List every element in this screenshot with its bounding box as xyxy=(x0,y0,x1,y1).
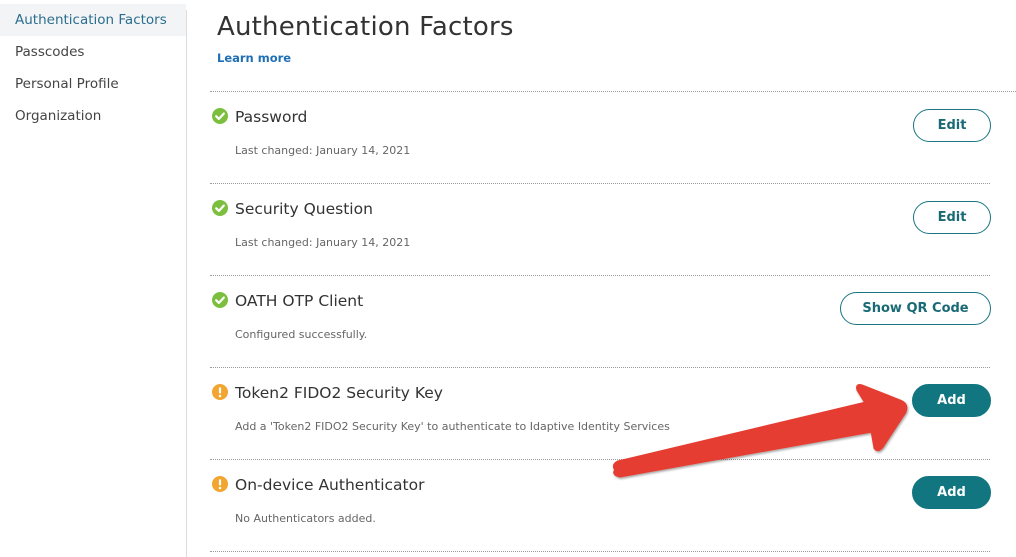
exclamation-circle-icon xyxy=(212,384,228,400)
add-on-device-authenticator-button[interactable]: Add xyxy=(912,476,991,509)
edit-security-question-button[interactable]: Edit xyxy=(913,201,991,234)
factor-description: Add a 'Token2 FIDO2 Security Key' to aut… xyxy=(235,420,670,433)
factor-description: Configured successfully. xyxy=(235,328,368,341)
factor-name: Password xyxy=(235,108,308,126)
edit-password-button[interactable]: Edit xyxy=(913,109,991,142)
show-qr-code-button[interactable]: Show QR Code xyxy=(840,292,991,325)
sidebar-item-personal-profile[interactable]: Personal Profile xyxy=(0,68,186,100)
page-title: Authentication Factors xyxy=(217,12,514,42)
factor-description: Last changed: January 14, 2021 xyxy=(235,144,411,157)
check-circle-icon xyxy=(212,292,228,308)
factor-name: OATH OTP Client xyxy=(235,292,364,310)
learn-more-link[interactable]: Learn more xyxy=(217,51,291,65)
sidebar-item-authentication-factors[interactable]: Authentication Factors xyxy=(0,4,186,36)
sidebar-item-organization[interactable]: Organization xyxy=(0,100,186,132)
sidebar-item-passcodes[interactable]: Passcodes xyxy=(0,36,186,68)
sidebar-nav: Authentication Factors Passcodes Persona… xyxy=(0,0,186,557)
add-token2-fido2-button[interactable]: Add xyxy=(912,384,991,417)
factor-row-on-device-authenticator: On-device Authenticator No Authenticator… xyxy=(210,460,990,552)
exclamation-circle-icon xyxy=(212,476,228,492)
check-circle-icon xyxy=(212,200,228,216)
main-content: Authentication Factors Learn more Passwo… xyxy=(210,0,1016,557)
factor-name: Security Question xyxy=(235,200,373,218)
factor-description: No Authenticators added. xyxy=(235,512,376,525)
factor-row-password: Password Last changed: January 14, 2021 xyxy=(210,92,990,184)
factor-description: Last changed: January 14, 2021 xyxy=(235,236,411,249)
factor-name: On-device Authenticator xyxy=(235,476,425,494)
factor-row-token2-fido2: Token2 FIDO2 Security Key Add a 'Token2 … xyxy=(210,368,990,460)
check-circle-icon xyxy=(212,108,228,124)
row-divider xyxy=(210,551,990,552)
sidebar-divider xyxy=(186,10,187,557)
factor-name: Token2 FIDO2 Security Key xyxy=(235,384,443,402)
factor-row-security-question: Security Question Last changed: January … xyxy=(210,184,990,276)
